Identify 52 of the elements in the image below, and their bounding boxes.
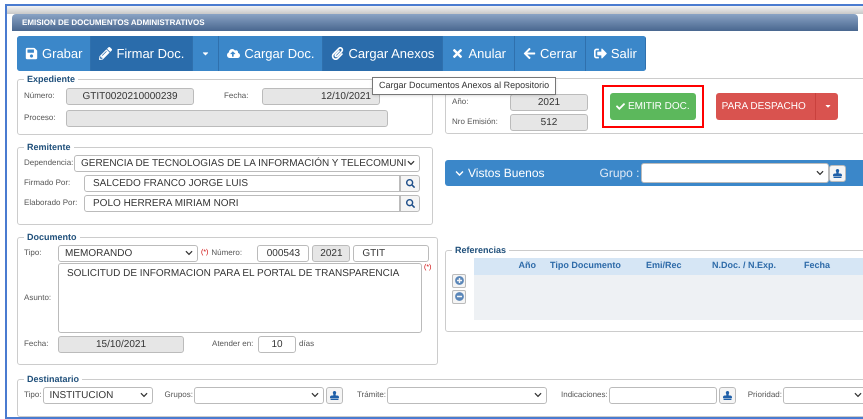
- field-label: Indicaciones:: [561, 389, 608, 401]
- column-header: N.Doc. / N.Exp.: [712, 259, 778, 272]
- field-label: Tipo:: [24, 247, 42, 259]
- field-label: Fecha:: [224, 90, 250, 102]
- field-label: Prioridad:: [748, 389, 782, 401]
- column-header: Emi/Rec: [646, 259, 683, 272]
- input-field[interactable]: 2021: [312, 244, 350, 262]
- field-label: Proceso:: [24, 112, 57, 124]
- field-label: Tipo:: [24, 389, 42, 401]
- toolbar-button[interactable]: Firmar Doc.: [91, 36, 194, 71]
- field-label: Número:: [24, 90, 56, 102]
- field-label: Dependencia:: [24, 157, 74, 169]
- dropdown[interactable]: MEMORANDO: [58, 244, 198, 262]
- panel-title: Vistos Buenos: [468, 165, 544, 182]
- section-legend: Referencias: [452, 244, 510, 258]
- section-legend: Expediente: [24, 73, 78, 86]
- column-header: Fecha: [804, 259, 832, 272]
- input-field[interactable]: 000543: [257, 244, 310, 262]
- unit-label: días: [299, 338, 314, 350]
- field-label: Asunto:: [24, 292, 52, 304]
- dispatch-button[interactable]: PARA DESPACHO: [716, 92, 838, 120]
- input-field[interactable]: 2021: [510, 94, 588, 110]
- section-legend: Destinatario: [24, 373, 82, 386]
- field-label: Grupo :: [600, 165, 640, 182]
- input-field[interactable]: 12/10/2021: [262, 88, 380, 104]
- input-field[interactable]: SALCEDO FRANCO JORGE LUIS: [84, 174, 400, 192]
- input-field[interactable]: POLO HERRERA MIRIAM NORI: [84, 194, 400, 212]
- field-label: Fecha:: [24, 338, 50, 350]
- input-field[interactable]: 10: [258, 336, 296, 352]
- dropdown[interactable]: GERENCIA DE TECNOLOGIAS DE LA INFORMACIÓN Y TELECOMUNI: [74, 154, 420, 172]
- field-label: Elaborado Por:: [24, 199, 78, 207]
- toolbar-button[interactable]: Grabar: [17, 36, 92, 71]
- field-label: Año:: [452, 96, 470, 108]
- field-label: Trámite:: [356, 389, 386, 401]
- dropdown[interactable]: INSTITUCION: [42, 386, 152, 404]
- field-label: Firmado Por:: [24, 177, 72, 189]
- field-label: Atender en:: [212, 338, 254, 350]
- input-field[interactable]: GTIT: [353, 244, 430, 262]
- field-label: Grupos:: [164, 389, 193, 401]
- input-field[interactable]: 15/10/2021: [58, 336, 184, 352]
- field-label: Número:: [211, 247, 244, 259]
- field-label: Nro Emisión:: [452, 116, 499, 128]
- column-header: Tipo Documento: [550, 259, 622, 272]
- tooltip: Cargar Documentos Anexos al Repositorio: [372, 77, 556, 94]
- window-title: EMISION DE DOCUMENTOS ADMINISTRATIVOS: [22, 16, 205, 28]
- section-legend: Remitente: [24, 141, 74, 154]
- section-legend: Documento: [24, 231, 80, 244]
- subject-field[interactable]: SOLICITUD DE INFORMACION PARA EL PORTAL DE TRANSPARENCIA: [58, 262, 422, 332]
- input-field[interactable]: GTIT0020210000239: [66, 88, 194, 104]
- input-field[interactable]: 512: [510, 114, 588, 130]
- toolbar-button[interactable]: Cargar Anexos: [323, 36, 444, 71]
- column-header: Año: [518, 259, 537, 272]
